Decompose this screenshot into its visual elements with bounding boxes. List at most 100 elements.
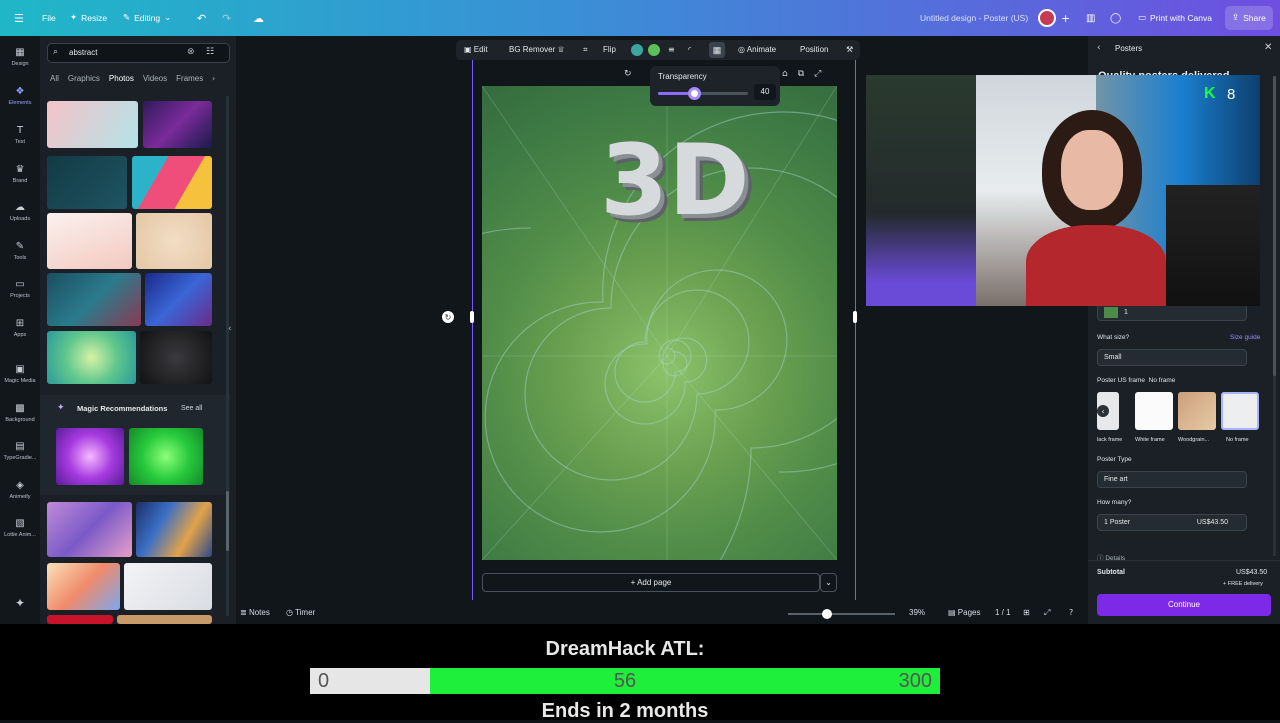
position-button[interactable]: Position bbox=[800, 40, 828, 60]
duplicate-icon[interactable]: ⧉ bbox=[798, 69, 804, 79]
add-page-button[interactable]: + Add page bbox=[482, 573, 820, 592]
rail-uploads[interactable]: ☁ Uploads bbox=[0, 202, 40, 222]
color-select[interactable]: 1 bbox=[1097, 304, 1247, 321]
photo-thumbnail[interactable] bbox=[140, 331, 212, 384]
zoom-knob[interactable] bbox=[822, 609, 832, 619]
paint-roller-icon[interactable]: ⚒ bbox=[846, 40, 853, 60]
bg-remover-button[interactable]: BG Remover ♕ bbox=[509, 40, 565, 60]
photo-thumbnail[interactable] bbox=[47, 331, 136, 384]
tab-photos[interactable]: Photos bbox=[109, 74, 134, 83]
transparency-icon[interactable]: ▦ bbox=[709, 42, 725, 58]
recommendation-thumbnail[interactable] bbox=[56, 428, 124, 485]
see-all-link[interactable]: See all bbox=[181, 405, 202, 412]
cloud-save-icon[interactable]: ☁ bbox=[253, 0, 264, 36]
comment-icon[interactable]: ◯ bbox=[1110, 0, 1121, 36]
resize-button[interactable]: ✦ Resize bbox=[70, 0, 107, 36]
fullscreen-icon[interactable]: ⤢ bbox=[1044, 608, 1050, 618]
poster-canvas[interactable]: 3D bbox=[482, 86, 837, 560]
color-swatch[interactable] bbox=[648, 44, 660, 56]
pages-button[interactable]: ▤ Pages bbox=[948, 608, 980, 617]
photo-thumbnail[interactable] bbox=[47, 273, 141, 326]
rail-text[interactable]: T Text bbox=[0, 125, 40, 145]
document-title[interactable]: Untitled design - Poster (US) bbox=[920, 0, 1028, 36]
editing-mode-button[interactable]: ✎ Editing ⌄ bbox=[123, 0, 171, 36]
lines-icon[interactable]: ≡ bbox=[668, 40, 675, 60]
photo-thumbnail[interactable] bbox=[136, 502, 212, 557]
photo-thumbnail[interactable] bbox=[143, 101, 212, 148]
rotate-icon[interactable]: ↻ bbox=[442, 311, 454, 323]
lock-icon[interactable]: ⌂ bbox=[782, 69, 788, 79]
frame-option-woodgrain[interactable] bbox=[1178, 392, 1216, 430]
tab-videos[interactable]: Videos bbox=[143, 74, 167, 83]
slider-knob[interactable] bbox=[688, 87, 701, 100]
color-swatch[interactable] bbox=[631, 44, 643, 56]
magic-assistant-button[interactable]: ✦ bbox=[0, 596, 40, 613]
clear-icon[interactable]: ⊗ bbox=[187, 47, 195, 57]
plus-icon[interactable]: + bbox=[1061, 0, 1070, 36]
rail-background[interactable]: ▩ Background bbox=[0, 403, 40, 423]
rail-tools[interactable]: ✎ Tools bbox=[0, 241, 40, 261]
print-with-canva-button[interactable]: ▭ Print with Canva bbox=[1138, 0, 1212, 36]
panel-scrollbar[interactable] bbox=[1273, 76, 1276, 556]
notes-button[interactable]: ≣ Notes bbox=[240, 608, 270, 617]
rail-animeify[interactable]: ◈ Animeify bbox=[0, 480, 40, 500]
photo-thumbnail[interactable] bbox=[47, 502, 132, 557]
size-guide-link[interactable]: Size guide bbox=[1230, 334, 1260, 341]
animate-button[interactable]: ◎ Animate bbox=[738, 40, 776, 60]
frame-option-white[interactable] bbox=[1135, 392, 1173, 430]
transparency-value[interactable]: 40 bbox=[754, 84, 776, 100]
search-input[interactable]: abstract bbox=[47, 43, 230, 63]
chevron-right-icon[interactable]: › bbox=[212, 74, 215, 83]
crop-icon[interactable]: ⌗ bbox=[583, 40, 588, 60]
undo-icon[interactable]: ↶ bbox=[197, 0, 206, 36]
photo-thumbnail[interactable] bbox=[117, 615, 212, 624]
timer-button[interactable]: ◷ Timer bbox=[286, 608, 315, 617]
rail-apps[interactable]: ⊞ Apps bbox=[0, 318, 40, 338]
analytics-icon[interactable]: ▥ bbox=[1086, 0, 1095, 36]
close-icon[interactable]: ✕ bbox=[1264, 42, 1272, 53]
recommendation-thumbnail[interactable] bbox=[129, 428, 203, 485]
flip-button[interactable]: Flip bbox=[603, 40, 616, 60]
frame-option-none[interactable] bbox=[1221, 392, 1259, 430]
photo-thumbnail[interactable] bbox=[136, 213, 212, 269]
rail-lottie[interactable]: ▧ Lottie Anim... bbox=[0, 518, 40, 538]
photo-thumbnail[interactable] bbox=[47, 101, 138, 148]
corner-rounding-icon[interactable]: ◜ bbox=[688, 40, 691, 60]
transparency-slider[interactable] bbox=[658, 87, 748, 100]
how-many-select[interactable]: 1 Poster US$43.50 bbox=[1097, 514, 1247, 531]
zoom-slider[interactable] bbox=[788, 609, 895, 619]
photo-thumbnail[interactable] bbox=[132, 156, 212, 209]
edit-button[interactable]: ▣ Edit bbox=[464, 40, 488, 60]
rail-projects[interactable]: ▭ Projects bbox=[0, 279, 40, 299]
add-page-menu[interactable]: ⌄ bbox=[820, 573, 837, 592]
photo-thumbnail[interactable] bbox=[47, 156, 127, 209]
tab-all[interactable]: All bbox=[50, 74, 59, 83]
rail-elements[interactable]: ❖ Elements bbox=[0, 86, 40, 106]
help-icon[interactable]: ? bbox=[1069, 608, 1073, 617]
poster-type-select[interactable]: Fine art bbox=[1097, 471, 1247, 488]
photo-thumbnail[interactable] bbox=[47, 213, 132, 269]
tab-graphics[interactable]: Graphics bbox=[68, 74, 100, 83]
rail-magic-media[interactable]: ▣ Magic Media bbox=[0, 364, 40, 384]
rail-brand[interactable]: ♛ Brand bbox=[0, 164, 40, 184]
file-menu[interactable]: File bbox=[42, 0, 56, 36]
back-icon[interactable]: ‹ bbox=[1097, 43, 1101, 53]
chevron-left-icon[interactable]: ‹ bbox=[1097, 405, 1109, 417]
resize-handle[interactable] bbox=[470, 311, 474, 323]
add-page-icon[interactable]: ⤢ bbox=[814, 69, 821, 79]
avatar[interactable] bbox=[1038, 0, 1056, 36]
filter-icon[interactable]: ☷ bbox=[206, 47, 214, 57]
menu-icon[interactable]: ☰ bbox=[14, 0, 24, 36]
grid-view-icon[interactable]: ⊞ bbox=[1023, 608, 1030, 617]
tab-frames[interactable]: Frames bbox=[176, 74, 203, 83]
redo-icon[interactable]: ↷ bbox=[222, 0, 231, 36]
rail-typegradient[interactable]: ▤ TypeGradie... bbox=[0, 441, 40, 461]
zoom-level[interactable]: 39% bbox=[909, 608, 925, 617]
photo-thumbnail[interactable] bbox=[47, 563, 120, 610]
photo-thumbnail[interactable] bbox=[124, 563, 212, 610]
collapse-panel-icon[interactable]: ‹ bbox=[228, 324, 232, 334]
resize-handle[interactable] bbox=[853, 311, 857, 323]
continue-button[interactable]: Continue bbox=[1097, 594, 1271, 616]
rail-design[interactable]: ▦ Design bbox=[0, 47, 40, 67]
photo-thumbnail[interactable] bbox=[145, 273, 212, 326]
